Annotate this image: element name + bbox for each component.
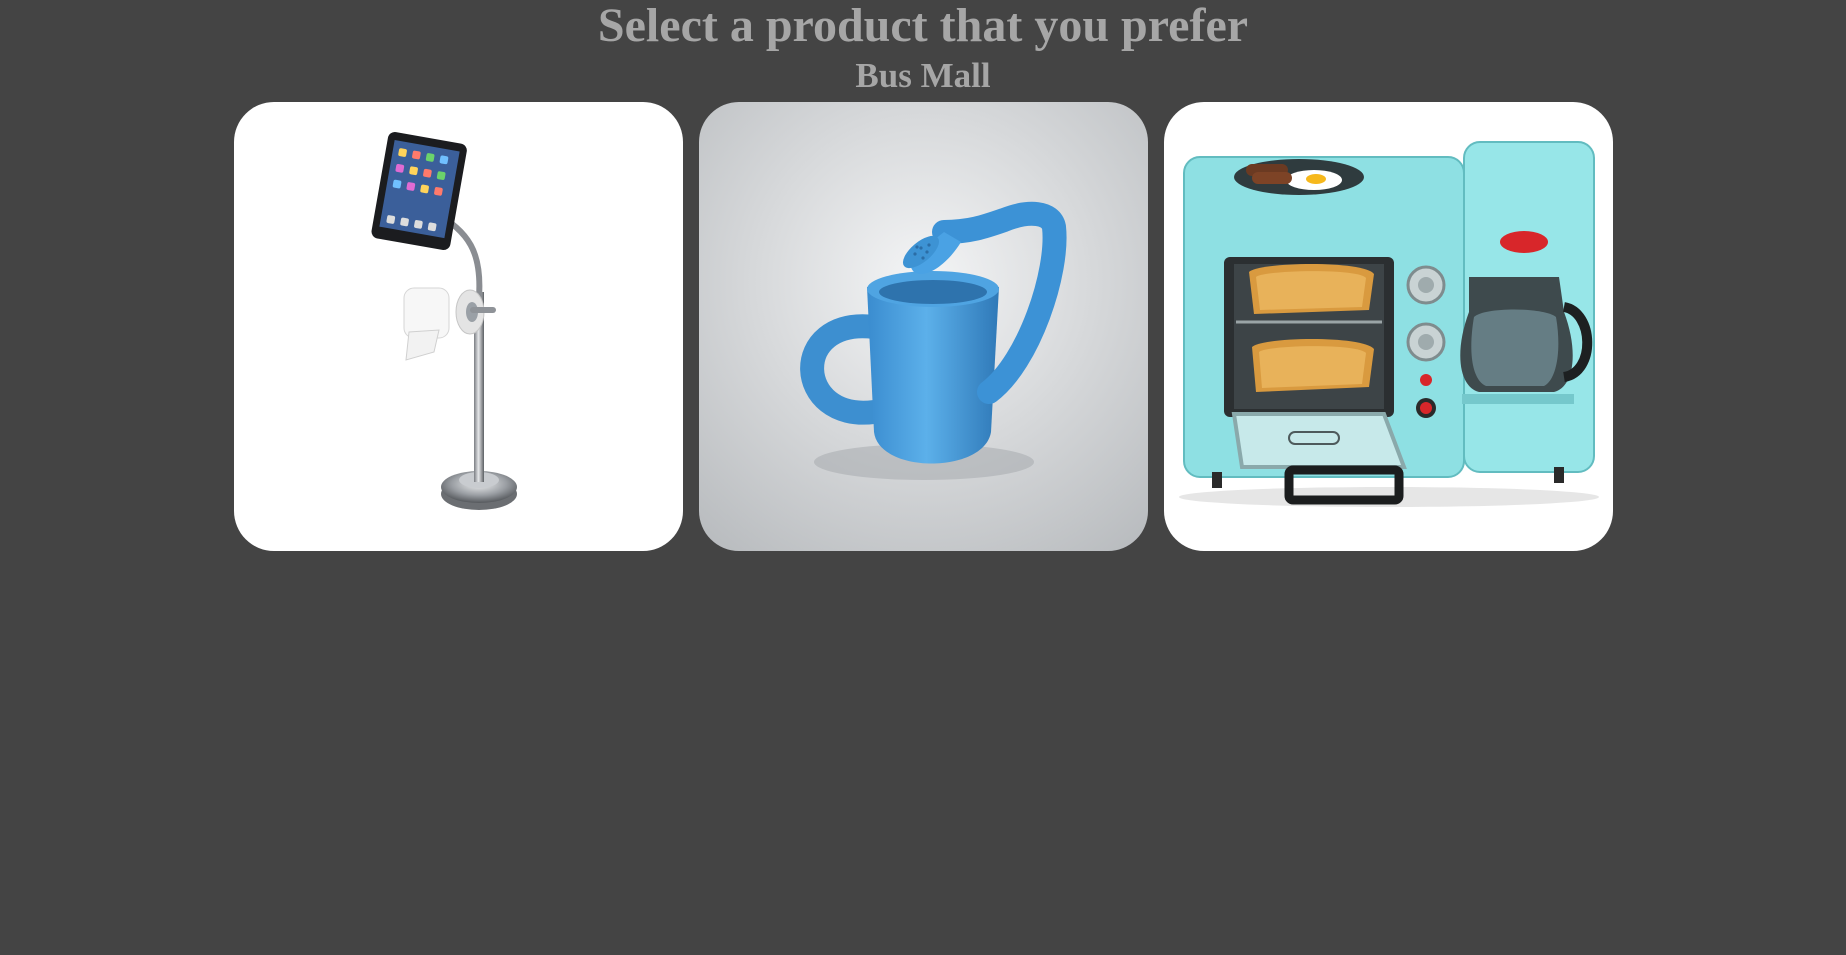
product-option-3[interactable]: [1164, 102, 1613, 551]
watering-can-mug-icon: [699, 102, 1148, 551]
breakfast-station-toaster-oven-icon: [1164, 102, 1613, 551]
page-title: Select a product that you prefer: [597, 0, 1249, 52]
page-subtitle: Bus Mall: [855, 56, 991, 95]
pet-sweet-toilet-ipad-stand-icon: [234, 102, 683, 551]
product-option-1[interactable]: [234, 102, 683, 551]
product-option-2[interactable]: [699, 102, 1148, 551]
product-choices: [234, 102, 1613, 551]
page-header: Select a product that you prefer Bus Mal…: [0, 0, 1846, 96]
